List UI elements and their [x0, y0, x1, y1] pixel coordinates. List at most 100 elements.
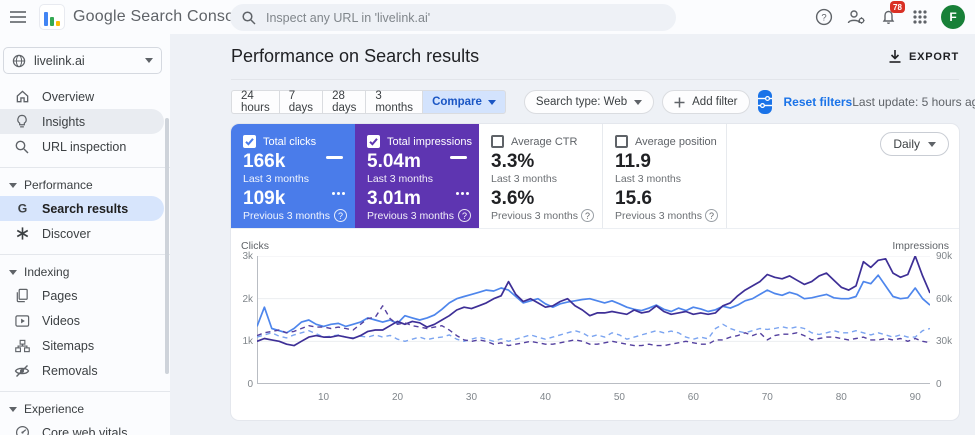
right-axis-tick: 90k — [936, 251, 953, 262]
sidebar-item-url-inspection[interactable]: URL inspection — [0, 134, 164, 159]
chart-area: Clicks Impressions 3k 2k 1k 0 90k 60k 30k 0 10 20… — [231, 229, 959, 420]
plus-icon — [674, 97, 685, 107]
svg-text:G: G — [17, 202, 26, 216]
x-axis-tick: 60 — [687, 392, 699, 403]
sidebar-section-indexing[interactable]: Indexing — [0, 261, 170, 283]
sidebar-item-sitemaps[interactable]: Sitemaps — [0, 333, 164, 358]
hamburger-menu-icon[interactable] — [2, 1, 34, 33]
notifications-bell-icon[interactable]: 78 — [875, 1, 905, 30]
checkbox-unchecked-icon[interactable] — [615, 135, 628, 148]
last-update-text: Last update: 5 hours ago — [852, 95, 975, 109]
dotted-line-legend-mark — [332, 192, 345, 195]
filter-settings-button[interactable] — [757, 90, 772, 114]
dotted-line-legend-mark — [456, 192, 469, 195]
eye-off-icon — [14, 363, 30, 379]
sidebar-divider — [0, 167, 170, 168]
video-icon — [14, 313, 30, 329]
add-filter-button[interactable]: Add filter — [662, 90, 750, 114]
sidebar-item-removals[interactable]: Removals — [0, 358, 164, 383]
home-icon — [14, 89, 30, 105]
line-chart-plot[interactable] — [256, 255, 931, 384]
x-axis-tick: 20 — [391, 392, 404, 403]
metric-tile-total-impressions[interactable]: Total impressions 5.04m Last 3 months 3.01m… — [355, 124, 479, 228]
property-selector[interactable]: livelink.ai — [3, 47, 162, 74]
metric-tiles: Total clicks 166k Last 3 months 109k Previou… — [231, 124, 959, 229]
chevron-down-icon — [634, 99, 643, 105]
sliders-icon — [757, 96, 772, 108]
checkbox-checked-icon[interactable] — [367, 135, 380, 148]
metric-tile-total-clicks[interactable]: Total clicks 166k Last 3 months 109k Previou… — [231, 124, 355, 228]
download-icon — [889, 50, 901, 63]
help-icon[interactable]: ? — [458, 209, 471, 222]
help-icon[interactable]: ? — [334, 209, 347, 222]
filter-toolbar: 24 hours 7 days 28 days 3 months Compare… — [231, 89, 975, 115]
help-icon[interactable]: ? — [705, 209, 718, 222]
performance-card: Total clicks 166k Last 3 months 109k Previou… — [231, 124, 959, 420]
sidebar-section-performance[interactable]: Performance — [0, 174, 170, 196]
sidebar-item-pages[interactable]: Pages — [0, 283, 164, 308]
header-actions: ? 78 F — [811, 0, 971, 34]
x-axis-tick: 70 — [761, 392, 773, 403]
checkbox-unchecked-icon[interactable] — [491, 135, 504, 148]
search-icon — [242, 10, 256, 25]
notification-badge: 78 — [890, 1, 905, 13]
left-axis-tick: 0 — [247, 379, 253, 390]
sidebar-scrollbar[interactable] — [165, 118, 169, 374]
sidebar-item-insights[interactable]: Insights — [0, 109, 164, 134]
range-28-days[interactable]: 28 days — [322, 90, 366, 114]
help-icon[interactable]: ? — [811, 4, 837, 30]
left-axis-tick: 2k — [242, 293, 253, 305]
solid-line-legend-mark — [450, 156, 467, 159]
left-axis-tick: 1k — [242, 336, 253, 348]
right-axis-tick: 30k — [936, 336, 953, 348]
main-content: Performance on Search results EXPORT 24 … — [170, 34, 975, 435]
right-axis-tick: 0 — [936, 379, 942, 390]
google-g-icon: G — [14, 201, 30, 217]
url-inspect-search-input[interactable]: Inspect any URL in 'livelink.ai' — [230, 4, 676, 31]
svg-text:?: ? — [821, 13, 826, 24]
metric-tile-average-position[interactable]: Average position 11.9 Last 3 months 15.6 Pre… — [603, 124, 727, 228]
export-label: EXPORT — [908, 50, 959, 63]
avatar[interactable]: F — [941, 5, 965, 29]
compare-button[interactable]: Compare — [422, 90, 506, 114]
property-name: livelink.ai — [34, 53, 85, 68]
help-icon[interactable]: ? — [581, 209, 594, 222]
sidebar-divider — [0, 391, 170, 392]
chevron-down-icon — [928, 141, 936, 147]
top-app-bar: Google Search Console Inspect any URL in… — [0, 0, 975, 34]
checkbox-checked-icon[interactable] — [243, 135, 256, 148]
x-axis-tick: 80 — [835, 392, 847, 403]
metric-tile-average-ctr[interactable]: Average CTR 3.3% Last 3 months 3.6% Previous… — [479, 124, 603, 228]
sidebar-item-core-web-vitals[interactable]: Core web vitals — [0, 420, 164, 435]
sidebar-item-discover[interactable]: Discover — [0, 221, 164, 246]
sidebar-item-search-results[interactable]: G Search results — [0, 196, 164, 221]
left-axis-tick: 3k — [242, 251, 253, 262]
sidebar-section-experience[interactable]: Experience — [0, 398, 170, 420]
granularity-dropdown[interactable]: Daily — [880, 132, 949, 156]
export-button[interactable]: EXPORT — [888, 49, 959, 64]
user-settings-icon[interactable] — [843, 4, 869, 30]
asterisk-icon — [14, 226, 30, 242]
section-collapse-icon — [9, 182, 17, 188]
chevron-down-icon — [487, 99, 496, 105]
range-24-hours[interactable]: 24 hours — [231, 90, 279, 114]
right-axis-tick: 60k — [936, 293, 953, 305]
chart-line-impressions-previous-3-months — [256, 305, 931, 347]
x-axis-tick: 50 — [613, 392, 625, 403]
x-axis-tick: 30 — [465, 392, 478, 403]
search-type-filter[interactable]: Search type: Web — [523, 90, 655, 114]
range-7-days[interactable]: 7 days — [278, 90, 323, 114]
reset-filters-link[interactable]: Reset filters — [784, 95, 853, 109]
page-title: Performance on Search results — [231, 46, 480, 66]
chevron-down-icon — [145, 58, 153, 63]
date-range-group: 24 hours 7 days 28 days 3 months Compare — [231, 90, 506, 114]
range-3-months[interactable]: 3 months — [365, 90, 423, 114]
speedometer-icon — [14, 425, 30, 435]
apps-grid-icon[interactable] — [907, 4, 933, 30]
chart-line-clicks-previous-3-months — [256, 323, 931, 343]
sitemap-icon — [14, 338, 30, 354]
sidebar-item-videos[interactable]: Videos — [0, 308, 164, 333]
x-axis-tick: 40 — [539, 392, 551, 403]
sidebar-item-overview[interactable]: Overview — [0, 84, 164, 109]
sidebar-divider — [0, 254, 170, 255]
